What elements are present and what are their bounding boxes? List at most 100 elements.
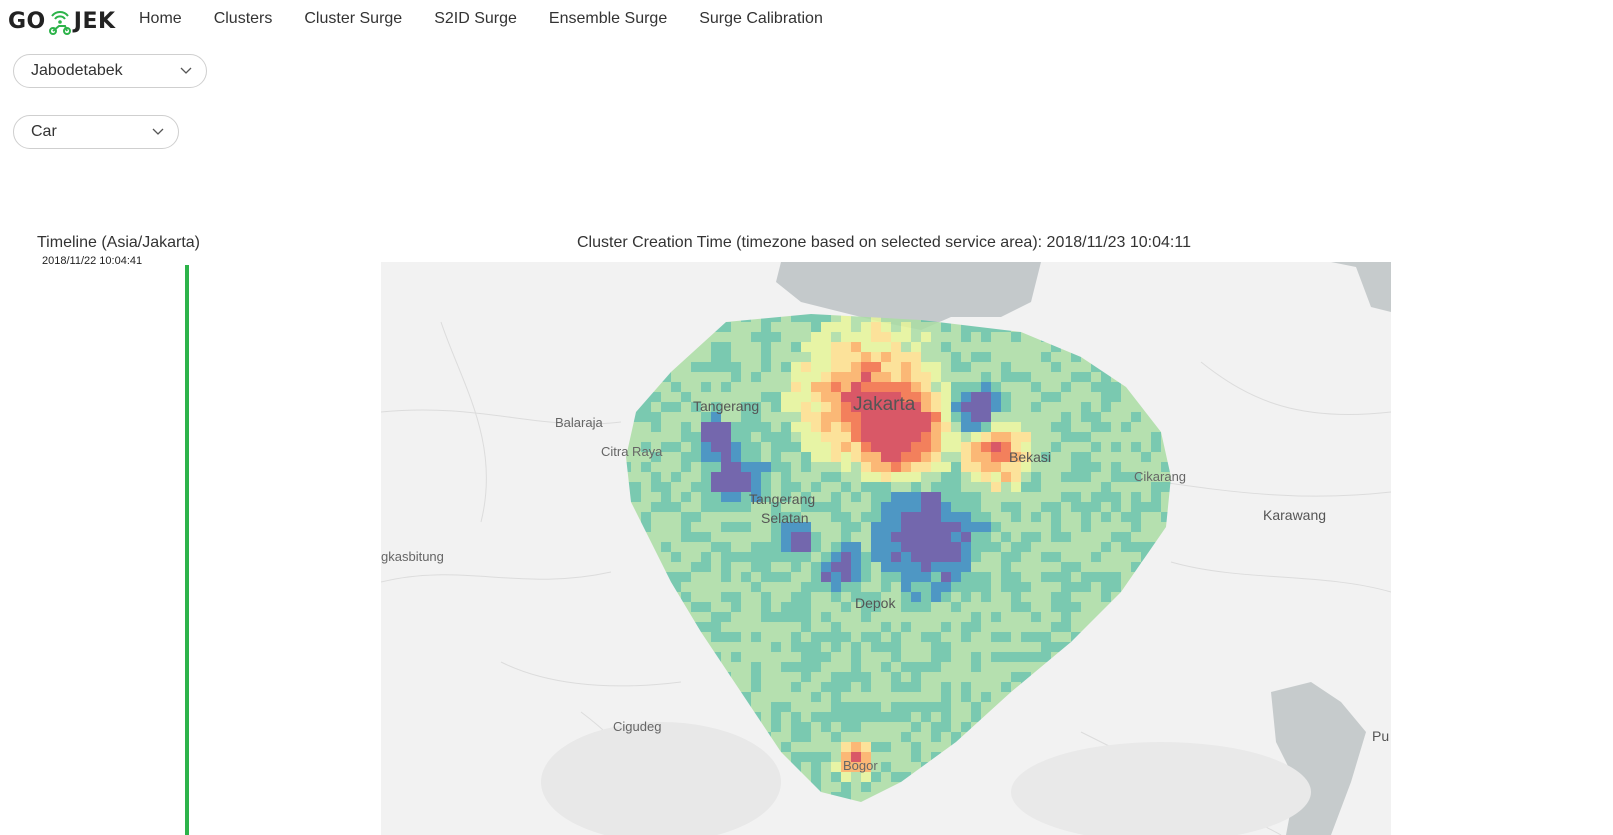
heat-cell [661,612,671,622]
heat-cell [701,502,711,512]
heat-cell [691,322,701,332]
heat-cell [731,612,741,622]
nav-cluster-surge[interactable]: Cluster Surge [304,10,402,28]
cluster-heatmap[interactable]: Tangerang Jakarta Balaraja Citra Raya Be… [381,262,1391,835]
heat-cell [781,352,791,362]
heat-cell [711,382,721,392]
heat-cell [1171,632,1181,642]
heat-cell [831,542,841,552]
heat-cell [851,652,861,662]
heat-cell [1101,332,1111,342]
heat-cell [641,502,651,512]
heat-cell [831,372,841,382]
heat-cell [1091,602,1101,612]
heat-cell [1011,672,1021,682]
heat-cell [991,702,1001,712]
heat-cell [641,622,651,632]
heat-cell [1001,362,1011,372]
heat-cell [731,372,741,382]
heat-cell [831,682,841,692]
heat-cell [841,632,851,642]
heat-cell [721,362,731,372]
heat-cell [1021,522,1031,532]
nav-s2id-surge[interactable]: S2ID Surge [434,10,517,28]
heat-cell [821,462,831,472]
heat-cell [1161,372,1171,382]
heat-cell [801,682,811,692]
heat-cell [1081,632,1091,642]
heat-cell [1061,562,1071,572]
heat-cell [1131,412,1141,422]
service-area-select[interactable]: Jabodetabek [13,54,207,88]
service-type-select[interactable]: Car [13,115,179,149]
heat-cell [1021,392,1031,402]
heat-cell [1091,732,1101,742]
heat-cell [1101,572,1111,582]
heat-cell [771,662,781,672]
heat-cell [991,642,1001,652]
heat-cell [1121,652,1131,662]
heat-cell [811,382,821,392]
heat-cell [811,652,821,662]
heat-cell [1061,572,1071,582]
heat-cell [1121,602,1131,612]
heat-cell [951,582,961,592]
heat-cell [891,742,901,752]
heat-cell [1061,322,1071,332]
heat-cell [1101,442,1111,452]
heat-cell [1151,342,1161,352]
heat-cell [1141,492,1151,502]
heat-cell [1031,314,1041,322]
heat-cell [1061,732,1071,742]
heat-cell [721,512,731,522]
heat-cell [931,482,941,492]
heat-cell [1111,382,1121,392]
heat-cell [931,322,941,332]
heat-cell [931,702,941,712]
heat-cell [731,692,741,702]
heat-cell [1061,352,1071,362]
heat-cell [1091,582,1101,592]
heat-cell [841,412,851,422]
heat-cell [991,622,1001,632]
heat-cell [631,382,641,392]
heat-cell [731,652,741,662]
heat-cell [781,442,791,452]
heat-cell [921,632,931,642]
nav-surge-calibration[interactable]: Surge Calibration [699,10,823,28]
heat-cell [801,342,811,352]
heat-cell [791,652,801,662]
nav-clusters[interactable]: Clusters [214,10,273,28]
heat-cell [841,722,851,732]
heat-cell [1031,422,1041,432]
heat-cell [761,562,771,572]
heat-cell [721,582,731,592]
nav-ensemble-surge[interactable]: Ensemble Surge [549,10,667,28]
heat-cell [741,332,751,342]
heat-cell [791,382,801,392]
heat-cell [801,732,811,742]
heat-cell [1141,632,1151,642]
heat-cell [1081,642,1091,652]
heat-cell [871,512,881,522]
heat-cell [811,552,821,562]
gojek-logo[interactable]: GO JEK [8,6,116,36]
nav-home[interactable]: Home [139,10,182,28]
heat-cell [681,352,691,362]
timeline-track[interactable] [185,265,189,835]
heat-cell [651,672,661,682]
heat-cell [891,802,901,812]
heat-cell [1051,692,1061,702]
heat-cell [1031,672,1041,682]
heat-cell [1171,312,1181,322]
heat-cell [1131,572,1141,582]
heat-cell [821,502,831,512]
heat-cell [1151,702,1161,712]
heat-cell [951,492,961,502]
heat-cell [1021,612,1031,622]
heat-cell [1171,542,1181,552]
heat-cell [1061,314,1071,322]
heat-cell [1061,642,1071,652]
heat-cell [671,314,681,322]
heat-cell [651,362,661,372]
